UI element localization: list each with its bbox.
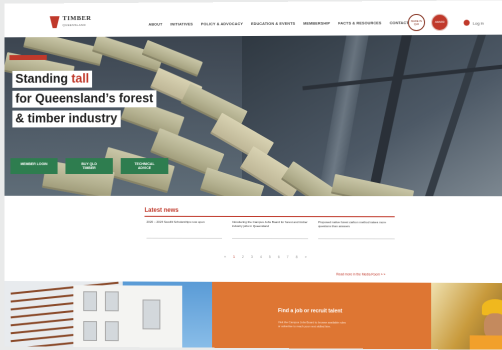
badge1-label: MADE IN QLD bbox=[409, 19, 424, 25]
worker-photo-shirt bbox=[470, 335, 502, 349]
hero-heading-line1: Standing tall bbox=[12, 71, 92, 88]
nav-facts-resources[interactable]: FACTS & RESOURCES bbox=[338, 21, 381, 25]
award-badge[interactable]: AWARD bbox=[431, 14, 448, 31]
main-nav: ABOUT INITIATIVES POLICY & ADVOCACY EDUC… bbox=[148, 21, 408, 27]
pager-page[interactable]: 5 bbox=[269, 255, 271, 259]
pager-page[interactable]: 2 bbox=[242, 255, 244, 259]
login-link[interactable]: Log in bbox=[464, 20, 484, 26]
hero-line1-text: Standing bbox=[15, 72, 71, 86]
badge2-label: AWARD bbox=[435, 21, 445, 24]
timber-queensland-logo[interactable]: TIMBER QUEENSLAND bbox=[50, 16, 92, 28]
pager-page[interactable]: 7 bbox=[287, 255, 289, 259]
hero-accent-bar bbox=[9, 55, 46, 60]
news-item[interactable]: Introducing the Campus Jobs Board for fo… bbox=[232, 220, 308, 228]
news-item-separator bbox=[318, 238, 395, 239]
user-icon bbox=[464, 20, 470, 26]
pager-page[interactable]: 6 bbox=[278, 255, 280, 259]
news-item-separator bbox=[232, 238, 308, 239]
news-title: Latest news bbox=[145, 208, 179, 214]
news-divider bbox=[145, 216, 395, 217]
website-page: TIMBER QUEENSLAND ABOUT INITIATIVES POLI… bbox=[5, 0, 502, 349]
building-photo-window bbox=[105, 321, 119, 341]
hero-heading-line2: for Queensland’s forest bbox=[12, 90, 156, 107]
pager-page[interactable]: 8 bbox=[296, 255, 298, 259]
bottom-tiles: Find a job or recruit talent Visit the C… bbox=[5, 281, 502, 350]
hero-heading-line3: & timber industry bbox=[12, 110, 120, 127]
building-photo-window bbox=[105, 291, 119, 311]
pager-next[interactable]: » bbox=[305, 255, 307, 259]
nav-education-events[interactable]: EDUCATION & EVENTS bbox=[251, 22, 295, 26]
building-photo-window bbox=[83, 321, 97, 341]
jobs-promo-text: Visit the Campus Jobs Board to browse av… bbox=[278, 320, 348, 328]
technical-advice-button[interactable]: TECHNICAL ADVICE bbox=[121, 158, 169, 174]
logo-mark-icon bbox=[50, 16, 60, 28]
hero-buttons: MEMBER LOGIN BUY QLD TIMBER TECHNICAL AD… bbox=[10, 158, 168, 174]
pager-page[interactable]: 4 bbox=[260, 255, 262, 259]
made-in-qld-badge[interactable]: MADE IN QLD bbox=[408, 14, 425, 31]
worker-photo bbox=[431, 283, 502, 350]
logo-subtitle: QUEENSLAND bbox=[63, 22, 92, 28]
nav-about[interactable]: ABOUT bbox=[148, 23, 162, 27]
nav-contact[interactable]: CONTACT bbox=[390, 21, 409, 25]
news-item[interactable]: 2020 – 2024 Seedlit Scholarships now ope… bbox=[146, 220, 222, 224]
nav-policy-advocacy[interactable]: POLICY & ADVOCACY bbox=[201, 22, 243, 26]
pager-page[interactable]: 1 bbox=[233, 255, 235, 259]
pager-page[interactable]: 3 bbox=[251, 255, 253, 259]
news-item-separator bbox=[146, 238, 222, 239]
site-header: TIMBER QUEENSLAND ABOUT INITIATIVES POLI… bbox=[5, 0, 502, 37]
building-photo-window bbox=[83, 291, 97, 311]
news-pagination: « 1 2 3 4 5 6 7 8 » bbox=[224, 255, 307, 259]
news-item-title: Introducing the Campus Jobs Board for fo… bbox=[232, 220, 308, 228]
hero-line1-accent: tall bbox=[71, 72, 89, 86]
login-label: Log in bbox=[473, 20, 484, 25]
nav-membership[interactable]: MEMBERSHIP bbox=[303, 22, 330, 26]
jobs-promo-tile[interactable]: Find a job or recruit talent Visit the C… bbox=[212, 282, 431, 349]
buy-qld-timber-button[interactable]: BUY QLD TIMBER bbox=[65, 158, 112, 174]
nav-initiatives[interactable]: INITIATIVES bbox=[170, 22, 193, 26]
hero-heading: Standing tall for Queensland’s forest & … bbox=[12, 70, 156, 127]
news-item-title: 2020 – 2024 Seedlit Scholarships now ope… bbox=[146, 220, 204, 224]
pager-prev[interactable]: « bbox=[224, 255, 226, 259]
member-login-button[interactable]: MEMBER LOGIN bbox=[10, 158, 57, 174]
building-photo-window bbox=[143, 299, 161, 329]
news-item[interactable]: Proposed native forest carbon method rai… bbox=[318, 220, 395, 228]
media-room-link[interactable]: Read more in the Media Room » » bbox=[336, 272, 385, 276]
building-photo bbox=[5, 281, 213, 348]
news-item-title: Proposed native forest carbon method rai… bbox=[318, 220, 386, 228]
latest-news-section: Latest news 2020 – 2024 Seedlit Scholars… bbox=[5, 196, 502, 283]
jobs-promo-heading: Find a job or recruit talent bbox=[278, 308, 342, 314]
